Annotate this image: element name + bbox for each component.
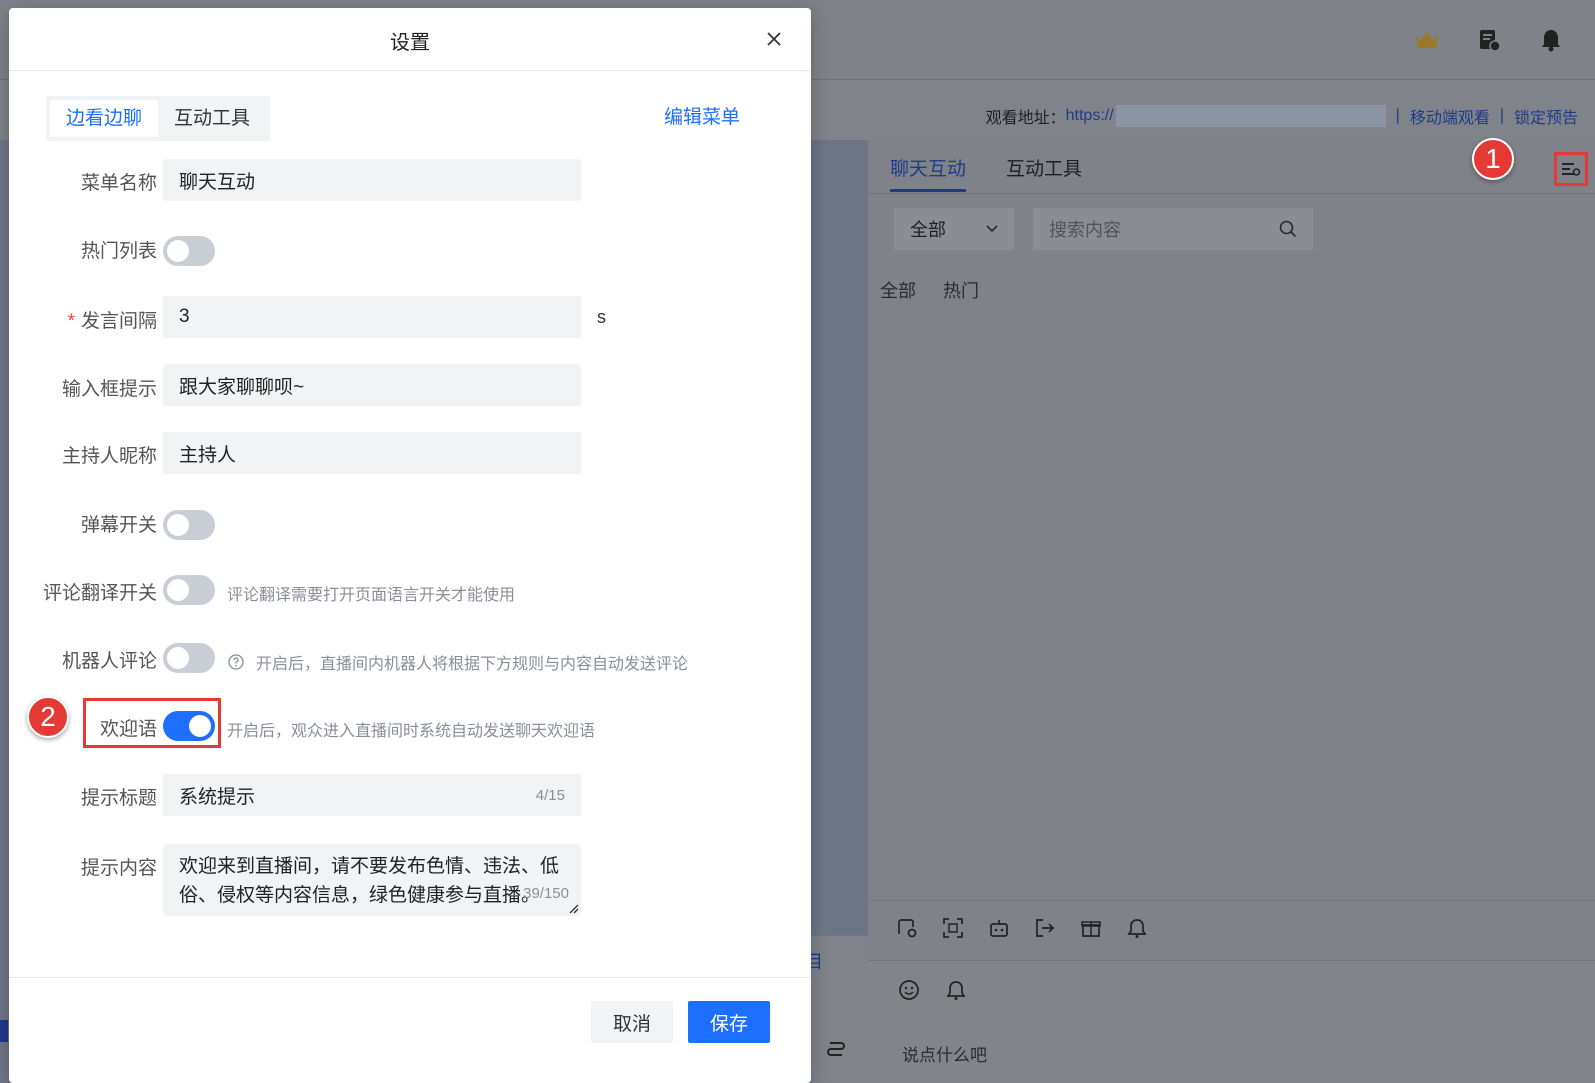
watch-url-link[interactable]: https:// xyxy=(1066,107,1114,125)
interval-input[interactable]: 3 xyxy=(163,296,581,338)
hot-list-switch[interactable] xyxy=(163,236,215,266)
emoji-icon[interactable] xyxy=(898,979,920,1006)
filter-select[interactable]: 全部 xyxy=(894,208,1014,250)
notification-icon[interactable] xyxy=(1126,917,1148,944)
welcome-switch[interactable] xyxy=(163,711,215,741)
required-mark: * xyxy=(67,311,75,332)
menu-name-input[interactable]: 聊天互动 xyxy=(163,159,581,201)
interval-value: 3 xyxy=(179,306,190,327)
tip-content-value: 欢迎来到直播间，请不要发布色情、违法、低俗、侵权等内容信息，绿色健康参与直播。 xyxy=(179,856,560,906)
host-nick-value: 主持人 xyxy=(179,444,237,466)
cancel-button[interactable]: 取消 xyxy=(591,1001,673,1043)
tip-content-label: 提示内容 xyxy=(80,858,157,879)
robot-label: 机器人评论 xyxy=(61,651,157,672)
menu-name-label: 菜单名称 xyxy=(80,173,157,194)
tab-interaction-tools[interactable]: 互动工具 xyxy=(158,100,266,137)
chat-toolbar xyxy=(868,900,1595,960)
danmaku-switch[interactable] xyxy=(163,510,215,540)
lock-preview-link[interactable]: 锁定预告 xyxy=(1514,104,1578,128)
host-nick-label: 主持人昵称 xyxy=(61,446,157,467)
bell-icon[interactable] xyxy=(1537,26,1565,54)
interval-unit: s xyxy=(597,307,606,327)
hot-list-label: 热门列表 xyxy=(80,241,157,262)
robot-hint: 开启后，直播间内机器人将根据下方规则与内容自动发送评论 xyxy=(256,656,689,673)
robot-switch[interactable] xyxy=(163,643,215,673)
input-hint-input[interactable]: 跟大家聊聊呗~ xyxy=(163,364,581,406)
chat-settings-icon[interactable] xyxy=(896,917,918,944)
tab-chat-interaction[interactable]: 聊天互动 xyxy=(890,154,966,181)
edit-menu-link[interactable]: 编辑菜单 xyxy=(664,102,740,129)
menu-name-value: 聊天互动 xyxy=(179,171,256,193)
tip-content-count: 39/150 xyxy=(523,885,569,902)
chat-input-placeholder: 说点什么吧 xyxy=(902,1046,987,1065)
resize-handle-icon[interactable] xyxy=(567,902,579,914)
bell-small-icon[interactable] xyxy=(946,979,966,1006)
help-icon[interactable] xyxy=(228,654,244,670)
tip-title-count: 4/15 xyxy=(535,786,565,804)
tab-watch-and-chat[interactable]: 边看边聊 xyxy=(50,100,159,137)
annotation-badge-2: 2 xyxy=(27,696,69,738)
menu-settings-button[interactable] xyxy=(1554,152,1588,186)
tip-title-value: 系统提示 xyxy=(179,786,256,808)
tab-interaction-tools[interactable]: 互动工具 xyxy=(1006,154,1082,181)
scan-icon[interactable] xyxy=(942,917,964,944)
watch-label: 观看地址： xyxy=(985,110,1066,127)
url-mask xyxy=(1115,105,1386,127)
chat-panel: 聊天互动 互动工具 1 全部 搜索内容 全部 热门 说点什么吧 xyxy=(868,138,1595,1083)
annotation-badge-1: 1 xyxy=(1472,138,1514,180)
settings-modal: 设置 边看边聊 互动工具 编辑菜单 菜单名称 聊天互动 热门列表 * 发言间隔 3… xyxy=(9,8,811,1083)
mobile-watch-link[interactable]: 移动端观看 xyxy=(1410,104,1490,128)
tip-title-label: 提示标题 xyxy=(80,788,157,809)
watch-address: 观看地址： https:// | 移动端观看 | 锁定预告 xyxy=(986,104,1578,128)
filter-hot[interactable]: 热门 xyxy=(943,277,979,303)
filter-all[interactable]: 全部 xyxy=(880,277,916,303)
translate-hint: 评论翻译需要打开页面语言开关才能使用 xyxy=(227,587,516,604)
gift-icon[interactable] xyxy=(1080,917,1102,944)
chat-input-area[interactable]: 说点什么吧 xyxy=(868,960,1595,1083)
edge-tag xyxy=(0,1020,8,1042)
interval-label-row: * 发言间隔 xyxy=(68,306,157,333)
tip-content-textarea[interactable]: 欢迎来到直播间，请不要发布色情、违法、低俗、侵权等内容信息，绿色健康参与直播。 … xyxy=(163,844,581,916)
close-icon xyxy=(767,32,781,46)
welcome-hint: 开启后，观众进入直播间时系统自动发送聊天欢迎语 xyxy=(227,723,596,740)
chevron-down-icon xyxy=(986,225,998,233)
tab-underline xyxy=(890,189,966,192)
document-help-icon[interactable] xyxy=(1475,26,1503,54)
crown-icon[interactable] xyxy=(1413,26,1441,54)
translate-label: 评论翻译开关 xyxy=(42,583,157,604)
tip-title-input[interactable]: 系统提示 4/15 xyxy=(163,774,581,816)
translate-switch[interactable] xyxy=(163,575,215,605)
welcome-label: 欢迎语 xyxy=(99,719,157,740)
input-hint-label: 输入框提示 xyxy=(61,379,157,400)
interval-label: 发言间隔 xyxy=(80,311,157,332)
route-icon[interactable] xyxy=(826,1040,846,1063)
background-preview-strip xyxy=(808,140,868,935)
exit-icon[interactable] xyxy=(1034,917,1056,944)
close-button[interactable] xyxy=(763,28,785,50)
search-input[interactable]: 搜索内容 xyxy=(1033,208,1313,250)
menu-settings-icon xyxy=(1562,163,1581,176)
modal-tabs: 边看边聊 互动工具 xyxy=(46,96,271,141)
modal-footer: 取消 保存 xyxy=(9,977,811,1083)
robot-hint-row: 开启后，直播间内机器人将根据下方规则与内容自动发送评论 xyxy=(228,650,688,674)
search-icon xyxy=(1279,220,1297,238)
filter-select-value: 全部 xyxy=(910,220,946,240)
search-placeholder: 搜索内容 xyxy=(1049,220,1121,240)
modal-header: 设置 xyxy=(9,8,811,71)
save-button[interactable]: 保存 xyxy=(688,1001,770,1043)
host-nick-input[interactable]: 主持人 xyxy=(163,432,581,474)
modal-title: 设置 xyxy=(390,32,430,54)
input-hint-value: 跟大家聊聊呗~ xyxy=(179,376,305,398)
robot-icon[interactable] xyxy=(988,917,1010,944)
danmaku-label: 弹幕开关 xyxy=(80,515,157,536)
